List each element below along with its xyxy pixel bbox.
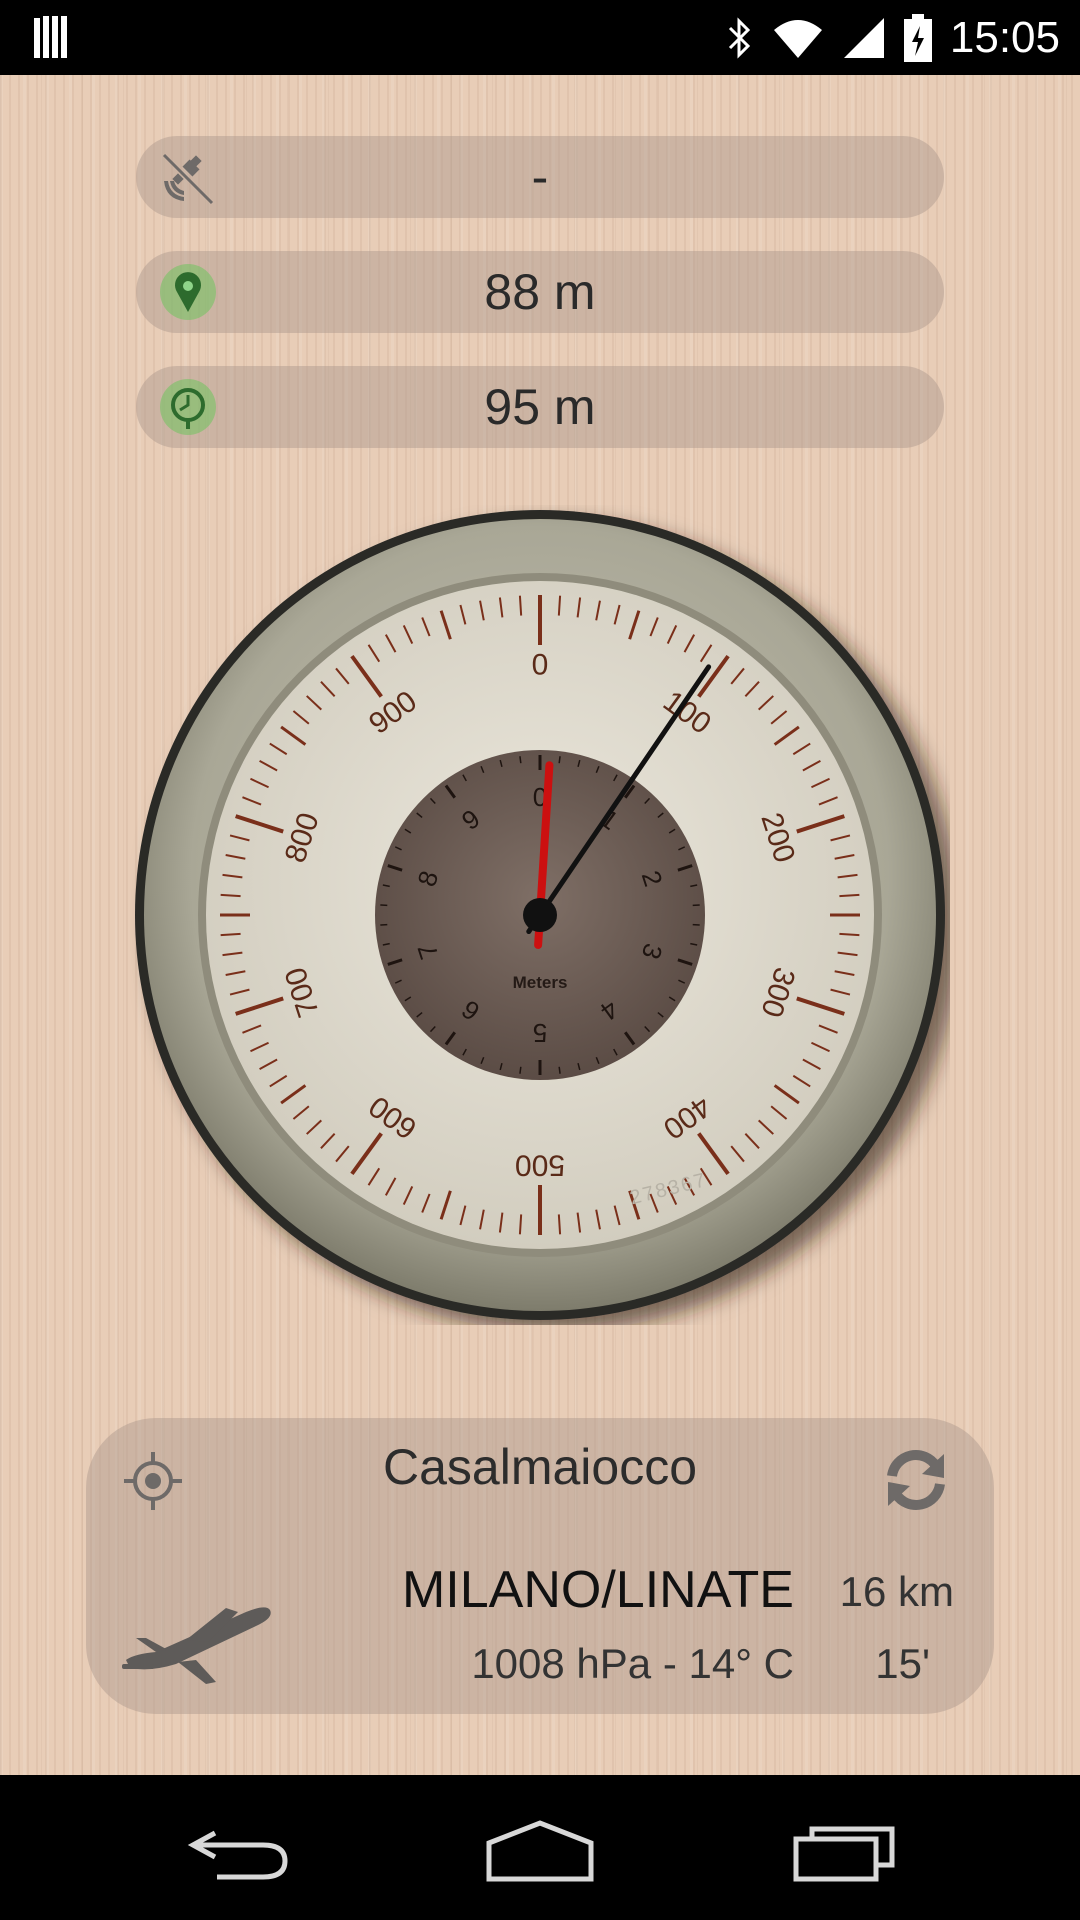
status-bar: 15:05 xyxy=(0,0,1080,75)
home-icon[interactable] xyxy=(485,1815,595,1885)
city-name: Casalmaiocco xyxy=(382,1439,697,1495)
station-conditions: 1008 hPa - 14° C xyxy=(471,1640,794,1687)
gps-altitude-row: - xyxy=(136,136,944,218)
outer-tick xyxy=(839,893,860,898)
wifi-icon xyxy=(773,19,822,58)
airplane-icon xyxy=(122,1607,271,1684)
recents-icon[interactable] xyxy=(790,1815,900,1885)
outer-scale-label: 0 xyxy=(532,649,549,682)
inner-tick xyxy=(558,756,561,764)
network-altitude-row: 88 m xyxy=(136,251,944,333)
needle-hub xyxy=(523,898,557,932)
altimeter-gauge: 0100200300400500600700800900 278367 0123… xyxy=(135,510,945,1320)
clock: 15:05 xyxy=(949,12,1060,62)
inner-tick xyxy=(519,1066,522,1074)
outer-tick xyxy=(557,1214,562,1235)
outer-tick xyxy=(839,932,860,937)
station-distance: 16 km xyxy=(839,1568,954,1615)
network-altitude-value: 88 m xyxy=(484,264,596,320)
barometric-altitude-row: 95 m xyxy=(136,366,944,448)
battery-charging-icon xyxy=(903,13,932,62)
outer-scale-label: 500 xyxy=(515,1149,565,1182)
inner-tick xyxy=(558,1066,561,1074)
outer-tick xyxy=(518,595,523,616)
station-name: MILANO/LINATE xyxy=(401,1561,794,1619)
bluetooth-icon xyxy=(728,16,751,59)
weather-station-panel: Casalmaiocco MILANO/LINATE 16 km 1008 hP… xyxy=(86,1418,994,1714)
gps-altitude-value: - xyxy=(531,149,549,205)
inner-scale-label: 5 xyxy=(533,1018,547,1048)
refresh-icon[interactable] xyxy=(878,1442,954,1518)
unit-label: Meters xyxy=(513,973,568,992)
outer-tick xyxy=(518,1214,523,1235)
inner-tick xyxy=(519,756,522,764)
signal-icon xyxy=(843,17,884,58)
barcode-icon xyxy=(34,16,67,58)
outer-tick xyxy=(220,893,241,898)
outer-tick xyxy=(220,932,241,937)
back-icon[interactable] xyxy=(185,1815,295,1885)
outer-tick xyxy=(557,595,562,616)
report-age: 15' xyxy=(875,1640,930,1687)
barometric-altitude-value: 95 m xyxy=(484,379,596,435)
navigation-bar xyxy=(0,1775,1080,1920)
